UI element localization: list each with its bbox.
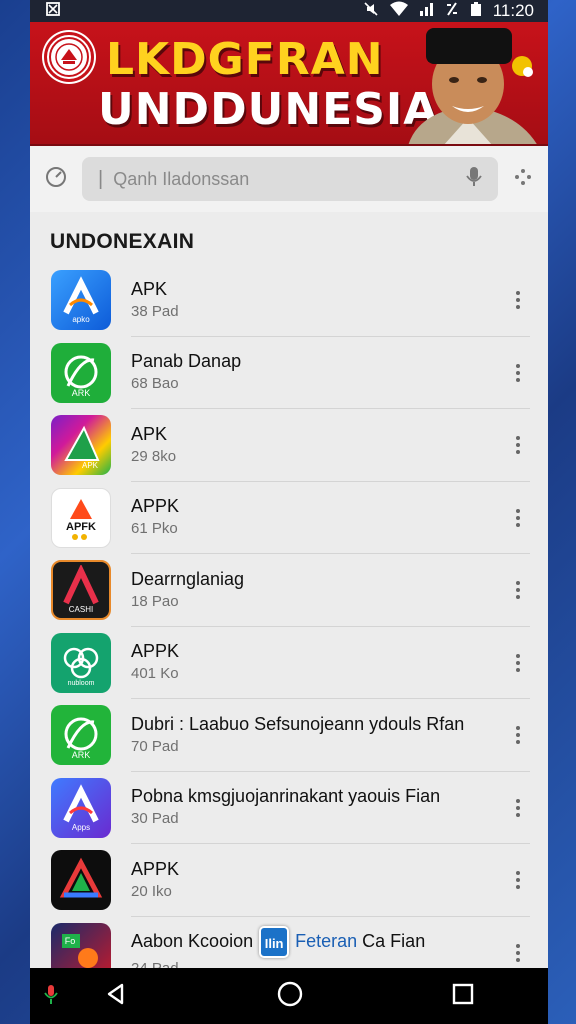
list-item[interactable]: CASHI Dearrnglaniag 18 Pao [30,554,548,627]
google-lens-icon[interactable] [44,165,68,194]
list-item[interactable]: apko APK 38 Pad [30,264,548,337]
silent-icon [363,1,379,22]
dark-triangle-icon [51,850,111,911]
dark-a-icon: CASHI [51,560,111,621]
back-icon[interactable] [104,982,128,1011]
list-item[interactable]: Apps Pobna kmsgjuojanrinakant yaouis Fia… [30,772,548,844]
list-item[interactable]: APPK 20 Iko [30,844,548,917]
svg-text:APFK: APFK [66,521,96,533]
app-size: 61 Pko [131,520,178,538]
search-row: | Qanh Iladonssan [30,146,548,212]
promo-banner[interactable]: LKDGFRAN UNDDUNESIA [30,22,548,146]
home-icon[interactable] [276,980,304,1013]
svg-text:APK: APK [82,461,99,470]
green-leaf-icon: ARK [51,342,111,403]
signal-icon [419,1,435,22]
list-item[interactable]: APFK APPK 61 Pko [30,482,548,554]
overflow-menu-icon[interactable] [508,798,528,817]
app-size: 38 Pad [131,302,179,320]
battery-icon [469,1,483,22]
overflow-menu-icon[interactable] [508,581,528,600]
app-size: 401 Ko [131,665,179,683]
mic-icon[interactable] [466,166,482,193]
status-time: 11:20 [492,1,534,20]
app-name: Panab Danap [131,351,242,372]
app-name: Dubri : Laabuo Sefsunojeann ydouls Rfan [131,713,465,734]
rainbow-apk-icon: APK [51,415,111,476]
phone-screen: 11:20 LKDGFRAN UNDDUNESIA | Qanh Iladons… [30,0,548,1024]
app-size: 68 Bao [131,375,179,393]
green-leaf-icon: ARK [51,705,111,766]
search-placeholder: Qanh Iladonssan [113,168,250,189]
svg-text:nubloom: nubloom [68,680,95,687]
apk-blue-icon: apko [51,270,111,331]
list-item[interactable]: APK APK 29 8ko [30,409,548,482]
status-bar: 11:20 [30,0,548,22]
cursor-icon: | [98,167,104,190]
svg-text:ARK: ARK [72,388,91,398]
app-size: 29 8ko [131,447,177,465]
navigation-bar [30,968,548,1024]
app-name-tag: Ilin [259,925,290,958]
app-name: Dearrnglaniag [131,568,245,589]
app-name: APK [131,423,168,444]
search-input[interactable]: | Qanh Iladonssan [82,157,498,201]
app-size: 20 Iko [131,882,172,900]
overflow-menu-icon[interactable] [508,943,528,962]
banner-title-line1: LKDGFRAN [106,34,384,85]
person-photo-icon [408,28,537,144]
app-name: APPK [131,496,180,517]
app-name: APK [131,278,168,299]
app-name: Aabon Kcooion Ilin Feteran Ca Fian [131,925,530,958]
app-name-part: Aabon Kcooion [131,930,254,951]
overflow-menu-icon[interactable] [508,436,528,455]
wifi-icon [389,1,409,22]
svg-text:CASHI: CASHI [69,605,93,614]
svg-text:ARK: ARK [72,750,91,760]
seal-logo-icon [44,32,94,82]
overflow-menu-icon[interactable] [508,653,528,672]
app-name-part: Ca Fian [362,930,426,951]
apk-blue-icon: Apps [51,777,111,838]
app-name: APPK [131,858,180,879]
more-options-icon[interactable] [512,166,534,193]
apfk-white-icon: APFK [51,487,111,548]
app-size: 30 Pad [131,810,179,828]
overflow-menu-icon[interactable] [508,726,528,745]
list-item[interactable]: ARK Dubri : Laabuo Sefsunojeann ydouls R… [30,699,548,772]
list-item[interactable]: ARK Panab Danap 68 Bao [30,337,548,409]
recents-icon[interactable] [452,983,474,1010]
overflow-menu-icon[interactable] [508,871,528,890]
app-list: apko APK 38 Pad ARK Panab Danap 68 Bao A… [30,264,548,989]
teal-knot-icon: nubloom [51,632,111,693]
app-size: 18 Pao [131,592,179,610]
overflow-menu-icon[interactable] [508,508,528,527]
section-title: UNDONEXAIN [50,230,195,253]
app-name: Pobna kmsgjuojanrinakant yaouis Fian [131,786,441,807]
app-size: 70 Pad [131,737,179,755]
app-name-accent: Feteran [295,930,358,951]
svg-text:Fo: Fo [65,936,76,946]
overflow-menu-icon[interactable] [508,291,528,310]
app-name: APPK [131,641,180,662]
notification-icon [46,1,60,21]
list-item[interactable]: nubloom APPK 401 Ko [30,627,548,699]
svg-text:Apps: Apps [72,823,90,832]
overflow-menu-icon[interactable] [508,363,528,382]
data-icon [445,1,459,22]
svg-text:apko: apko [72,315,90,324]
assistant-mic-icon[interactable] [44,984,58,1011]
